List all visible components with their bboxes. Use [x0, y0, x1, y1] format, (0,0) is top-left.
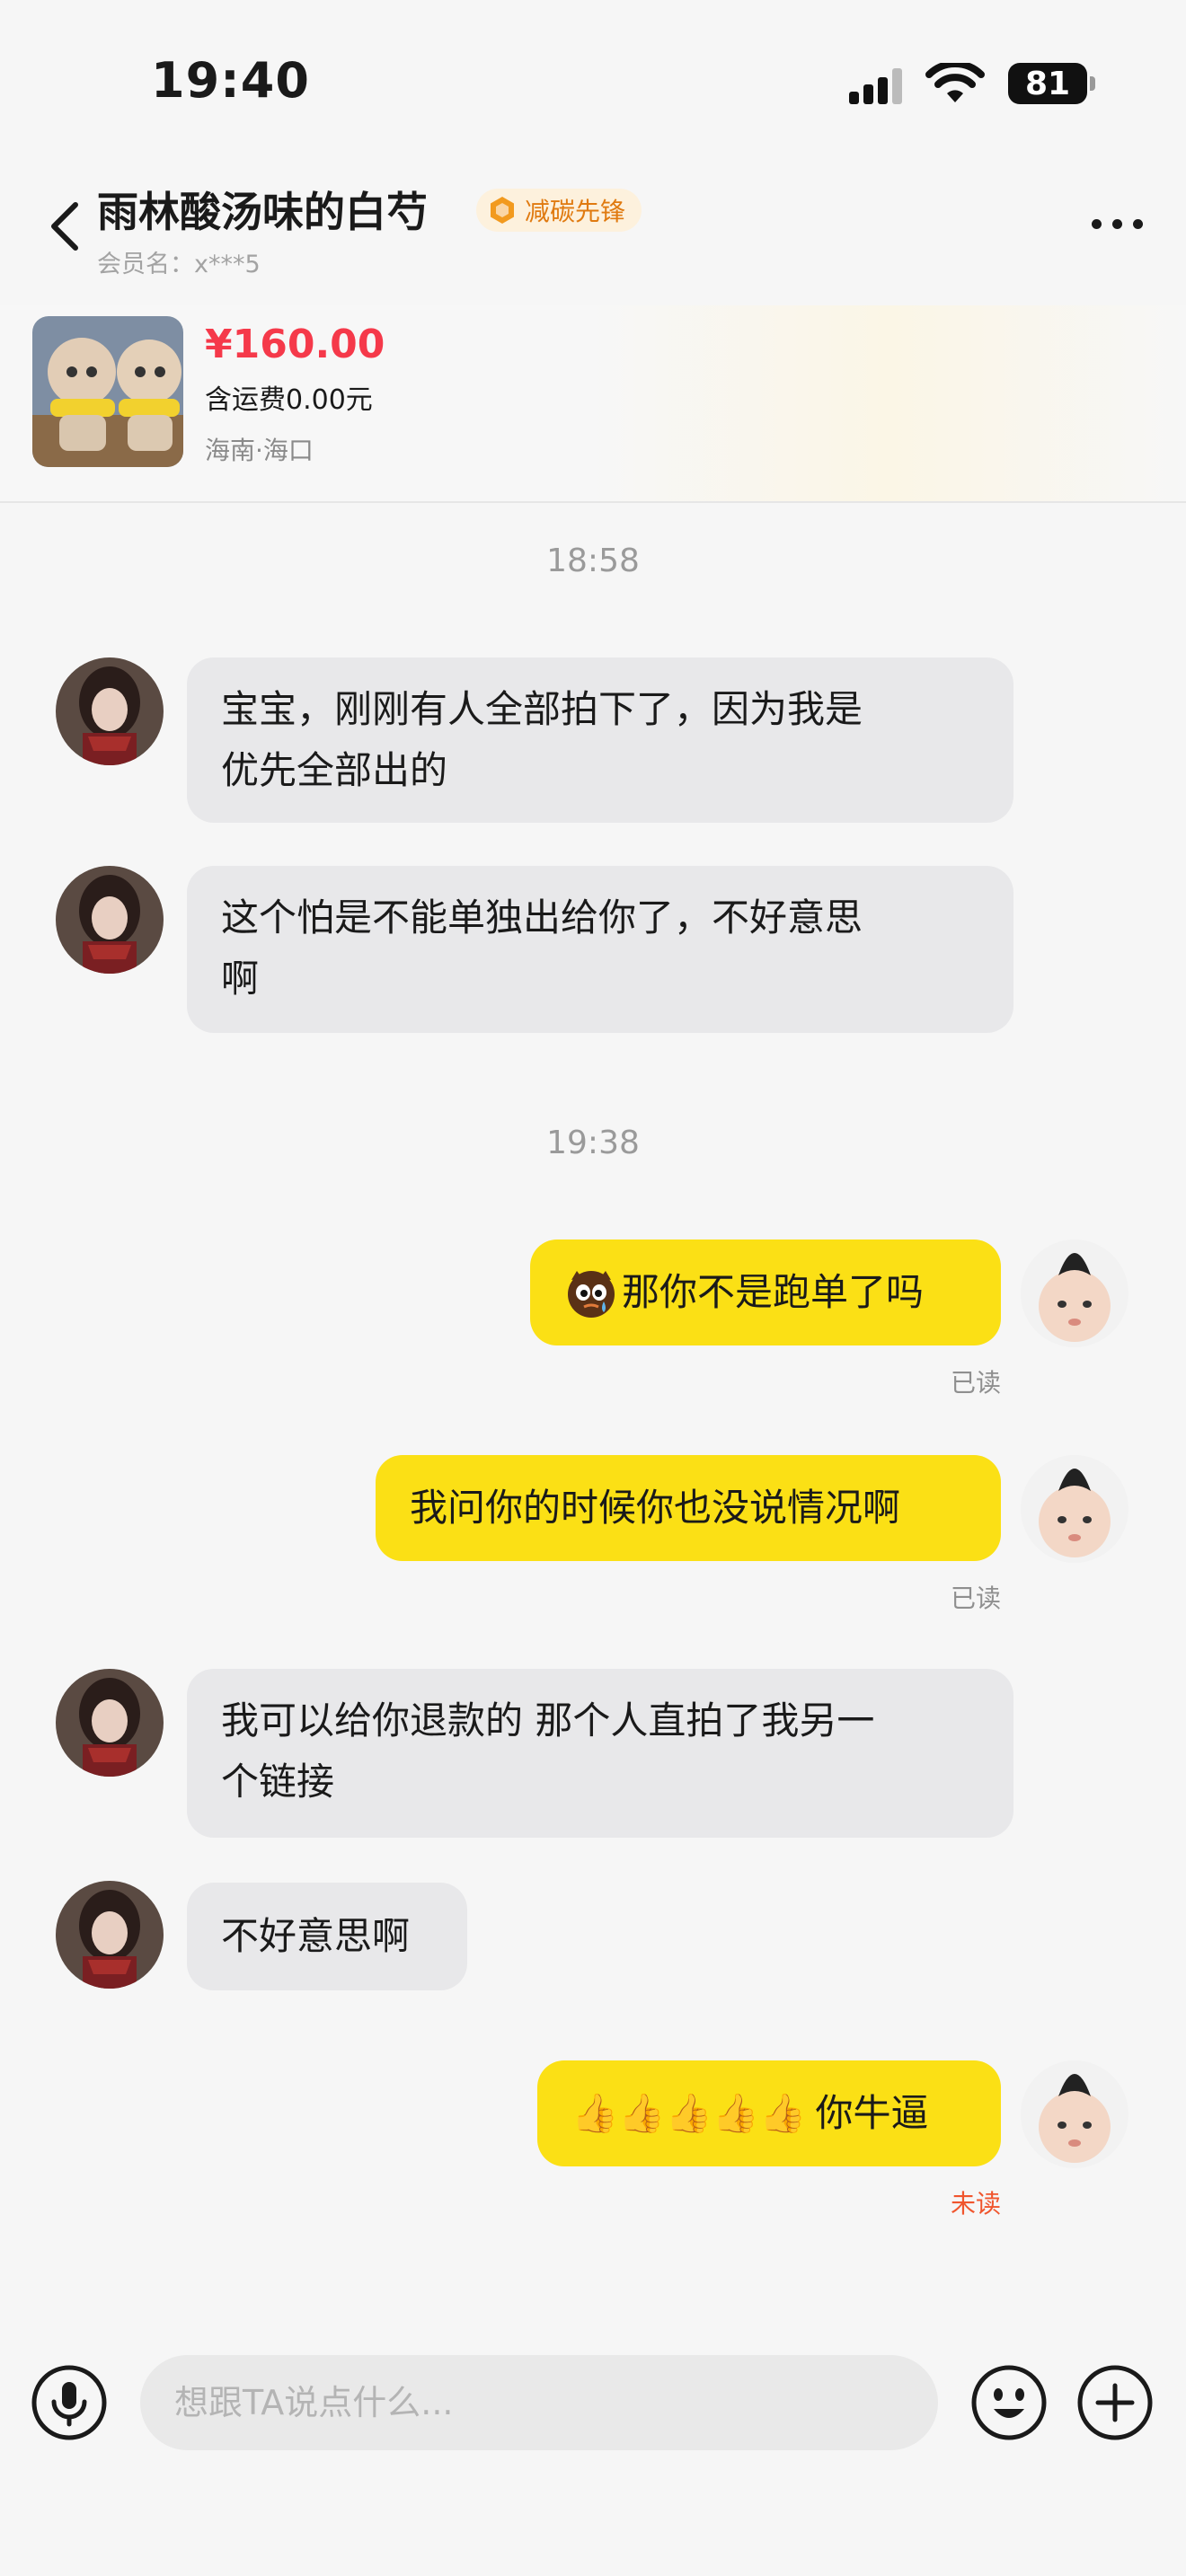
message-bubble-incoming[interactable]: 这个怕是不能单独出给你了，不好意思 啊 — [187, 866, 1013, 1033]
read-status: 已读 — [950, 1584, 1001, 1613]
carbon-badge[interactable]: 减碳先锋 — [476, 189, 642, 232]
battery-level: 81 — [1024, 65, 1071, 102]
crying-face-emoji-icon — [568, 1271, 615, 1318]
emoji-icon[interactable] — [970, 2364, 1048, 2441]
more-options-icon[interactable] — [1092, 219, 1143, 229]
seller-name[interactable]: 雨林酸汤味的白芍 — [97, 180, 428, 239]
seller-avatar[interactable] — [56, 657, 164, 765]
user-avatar[interactable] — [1021, 1239, 1128, 1347]
status-time: 19:40 — [151, 52, 310, 109]
message-text: 我问你的时候你也没说情况啊 — [410, 1486, 901, 1530]
message-bubble-incoming[interactable]: 宝宝，刚刚有人全部拍下了，因为我是 优先全部出的 — [187, 657, 1013, 823]
battery-icon: 81 — [1008, 63, 1095, 104]
product-price: ¥160.00 — [205, 322, 385, 367]
message-bubble-incoming[interactable]: 我可以给你退款的 那个人直拍了我另一 个链接 — [187, 1669, 1013, 1838]
message-text: 你牛逼 — [815, 2091, 929, 2135]
input-bar — [0, 2335, 1186, 2470]
unread-status: 未读 — [950, 2189, 1001, 2219]
chat-screen: 19:40 81 雨林酸汤味的白芍 减碳先锋 会员名：x***5 ¥160.00… — [0, 0, 1186, 2576]
hexagon-badge-icon — [491, 197, 514, 224]
seller-avatar[interactable] — [56, 1669, 164, 1777]
badge-label: 减碳先锋 — [525, 197, 626, 226]
product-thumbnail[interactable] — [32, 316, 183, 467]
message-bubble-outgoing[interactable]: 那你不是跑单了吗 — [530, 1239, 1001, 1345]
seller-avatar[interactable] — [56, 866, 164, 974]
user-avatar[interactable] — [1021, 1455, 1128, 1563]
product-card[interactable]: ¥160.00 含运费0.00元 海南·海口 — [0, 305, 1186, 503]
back-arrow-icon[interactable] — [47, 199, 83, 253]
seller-avatar[interactable] — [56, 1881, 164, 1989]
shipping-fee: 含运费0.00元 — [205, 384, 373, 416]
thumbs-up-emoji-icon: 👍👍👍👍👍 — [571, 2091, 807, 2135]
wifi-icon — [925, 63, 985, 102]
user-avatar[interactable] — [1021, 2060, 1128, 2168]
timestamp: 18:58 — [546, 543, 640, 579]
message-bubble-outgoing[interactable]: 我问你的时候你也没说情况啊 — [376, 1455, 1001, 1561]
message-text: 那你不是跑单了吗 — [622, 1270, 925, 1314]
microphone-icon[interactable] — [31, 2364, 108, 2441]
read-status: 已读 — [950, 1368, 1001, 1398]
member-name: 会员名：x***5 — [97, 251, 261, 278]
timestamp: 19:38 — [546, 1125, 640, 1161]
message-bubble-incoming[interactable]: 不好意思啊 — [187, 1883, 467, 1990]
message-input[interactable] — [140, 2355, 938, 2450]
status-icons: 81 — [849, 63, 1095, 104]
seller-location: 海南·海口 — [205, 436, 314, 465]
cellular-signal-icon — [849, 63, 902, 104]
plus-icon[interactable] — [1076, 2364, 1154, 2441]
message-bubble-outgoing[interactable]: 👍👍👍👍👍 你牛逼 — [537, 2060, 1001, 2166]
